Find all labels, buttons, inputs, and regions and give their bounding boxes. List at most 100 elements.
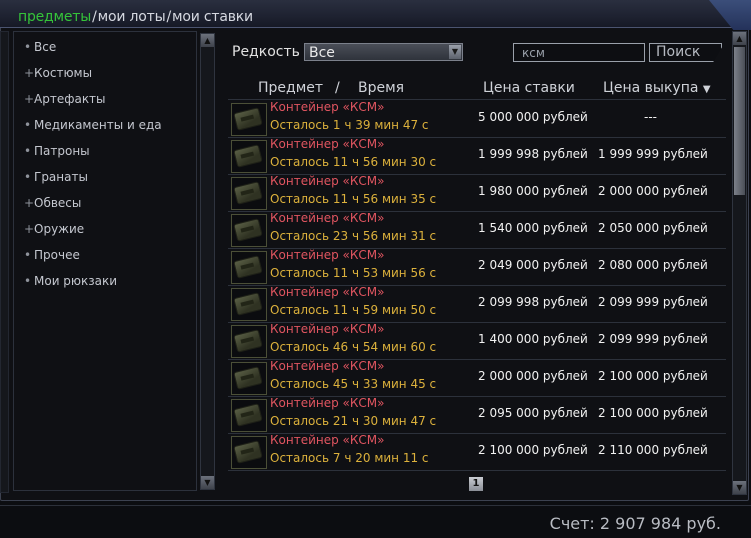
bullet-icon: • [24,248,32,262]
rarity-selected-value: Все [309,45,335,61]
category-label: Все [34,40,57,54]
table-row[interactable]: Контейнер «КСМ» Осталось 11 ч 56 мин 30 … [230,137,726,174]
expand-icon[interactable]: + [24,66,34,80]
tab-my-lots[interactable]: мои лоты [98,9,166,25]
container-icon [231,399,267,432]
bid-price: 2 100 000 рублей [478,443,588,457]
category-item-suits[interactable]: +Костюмы [24,66,92,80]
bid-price: 1 540 000 рублей [478,221,588,235]
container-icon [231,436,267,469]
category-label: Медикаменты и еда [34,118,162,132]
category-label: Оружие [34,222,85,236]
column-header-bid[interactable]: Цена ставки [483,80,575,96]
table-row[interactable]: Контейнер «КСМ» Осталось 45 ч 33 мин 45 … [230,359,726,396]
tab-items[interactable]: предметы [18,9,91,25]
table-row[interactable]: Контейнер «КСМ» Осталось 7 ч 20 мин 11 с… [230,433,726,470]
category-label: Мои рюкзаки [34,274,118,288]
rarity-select[interactable]: Все ▼ [304,43,463,61]
category-item-my-backpacks[interactable]: • Мои рюкзаки [24,274,117,288]
table-row[interactable]: Контейнер «КСМ» Осталось 46 ч 54 мин 60 … [230,322,726,359]
category-item-grenades[interactable]: • Гранаты [24,170,88,184]
column-header-item[interactable]: Предмет [258,80,323,96]
category-scrollbar[interactable]: ▲ ▼ [200,33,215,490]
bullet-icon: • [24,118,32,132]
tab-my-bids[interactable]: мои ставки [172,9,253,25]
buyout-price: 2 100 000 рублей [598,369,708,383]
category-label: Артефакты [34,92,106,106]
expand-icon[interactable]: + [24,92,34,106]
bid-price: 2 099 998 рублей [478,295,588,309]
bid-price: 1 999 998 рублей [478,147,588,161]
category-item-other[interactable]: • Прочее [24,248,80,262]
category-label: Костюмы [34,66,93,80]
item-name: Контейнер «КСМ» [270,285,385,299]
chevron-up-icon[interactable]: ▲ [733,32,746,45]
category-item-artifacts[interactable]: +Артефакты [24,92,106,106]
item-name: Контейнер «КСМ» [270,359,385,373]
container-icon [231,214,267,247]
category-item-weapons[interactable]: +Оружие [24,222,84,236]
category-item-all[interactable]: • Все [24,40,56,54]
bid-price: 1 980 000 рублей [478,184,588,198]
search-input[interactable] [513,43,645,62]
item-name: Контейнер «КСМ» [270,100,385,114]
table-row[interactable]: Контейнер «КСМ» Осталось 11 ч 56 мин 35 … [230,174,726,211]
tab-bar: предметы/мои лоты/мои ставки [18,9,253,25]
container-icon [231,103,267,136]
buyout-price: --- [644,110,657,124]
item-name: Контейнер «КСМ» [270,137,385,151]
table-row[interactable]: Контейнер «КСМ» Осталось 11 ч 53 мин 56 … [230,248,726,285]
chevron-down-icon[interactable]: ▼ [201,476,214,489]
chevron-down-icon[interactable]: ▼ [733,481,746,494]
category-label: Гранаты [34,170,88,184]
outer-left-scrollbar [0,31,9,493]
time-remaining: Осталось 11 ч 59 мин 50 с [270,303,437,317]
item-name: Контейнер «КСМ» [270,396,385,410]
buyout-price: 2 050 000 рублей [598,221,708,235]
container-icon [231,251,267,284]
row-divider [228,470,726,471]
page-button[interactable]: 1 [469,477,483,491]
item-name: Контейнер «КСМ» [270,433,385,447]
column-header-slash: / [335,80,340,96]
time-remaining: Осталось 1 ч 39 мин 47 с [270,118,429,132]
category-label: Патроны [34,144,90,158]
category-item-meds-food[interactable]: • Медикаменты и еда [24,118,162,132]
time-remaining: Осталось 7 ч 20 мин 11 с [270,451,429,465]
time-remaining: Осталось 45 ч 33 мин 45 с [270,377,437,391]
bullet-icon: • [24,274,32,288]
tab-separator: / [92,9,97,25]
search-button[interactable]: Поиск [649,43,722,62]
bid-price: 2 095 000 рублей [478,406,588,420]
time-remaining: Осталось 23 ч 56 мин 31 с [270,229,437,243]
listings-scrollbar[interactable]: ▲ ▼ [732,31,747,495]
bullet-icon: • [24,40,32,54]
bid-price: 1 400 000 рублей [478,332,588,346]
table-row[interactable]: Контейнер «КСМ» Осталось 11 ч 59 мин 50 … [230,285,726,322]
column-header-buyout[interactable]: Цена выкупа ▼ [603,80,711,96]
time-remaining: Осталось 11 ч 56 мин 30 с [270,155,437,169]
bid-price: 2 049 000 рублей [478,258,588,272]
time-remaining: Осталось 11 ч 56 мин 35 с [270,192,437,206]
table-row[interactable]: Контейнер «КСМ» Осталось 23 ч 56 мин 31 … [230,211,726,248]
chevron-up-icon[interactable]: ▲ [201,34,214,47]
buyout-price: 2 099 999 рублей [598,332,708,346]
expand-icon[interactable]: + [24,196,34,210]
bid-price: 5 000 000 рублей [478,110,588,124]
item-name: Контейнер «КСМ» [270,248,385,262]
container-icon [231,288,267,321]
expand-icon[interactable]: + [24,222,34,236]
chevron-down-icon[interactable]: ▼ [449,45,461,59]
column-header-time[interactable]: Время [358,80,404,96]
container-icon [231,140,267,173]
scrollbar-thumb[interactable] [734,47,745,195]
buyout-price: 2 099 999 рублей [598,295,708,309]
bid-price: 2 000 000 рублей [478,369,588,383]
item-name: Контейнер «КСМ» [270,174,385,188]
category-item-attachments[interactable]: +Обвесы [24,196,81,210]
category-item-ammo[interactable]: • Патроны [24,144,90,158]
table-row[interactable]: Контейнер «КСМ» Осталось 21 ч 30 мин 47 … [230,396,726,433]
table-row[interactable]: Контейнер «КСМ» Осталось 1 ч 39 мин 47 с… [230,100,726,137]
container-icon [231,325,267,358]
category-label: Обвесы [34,196,82,210]
